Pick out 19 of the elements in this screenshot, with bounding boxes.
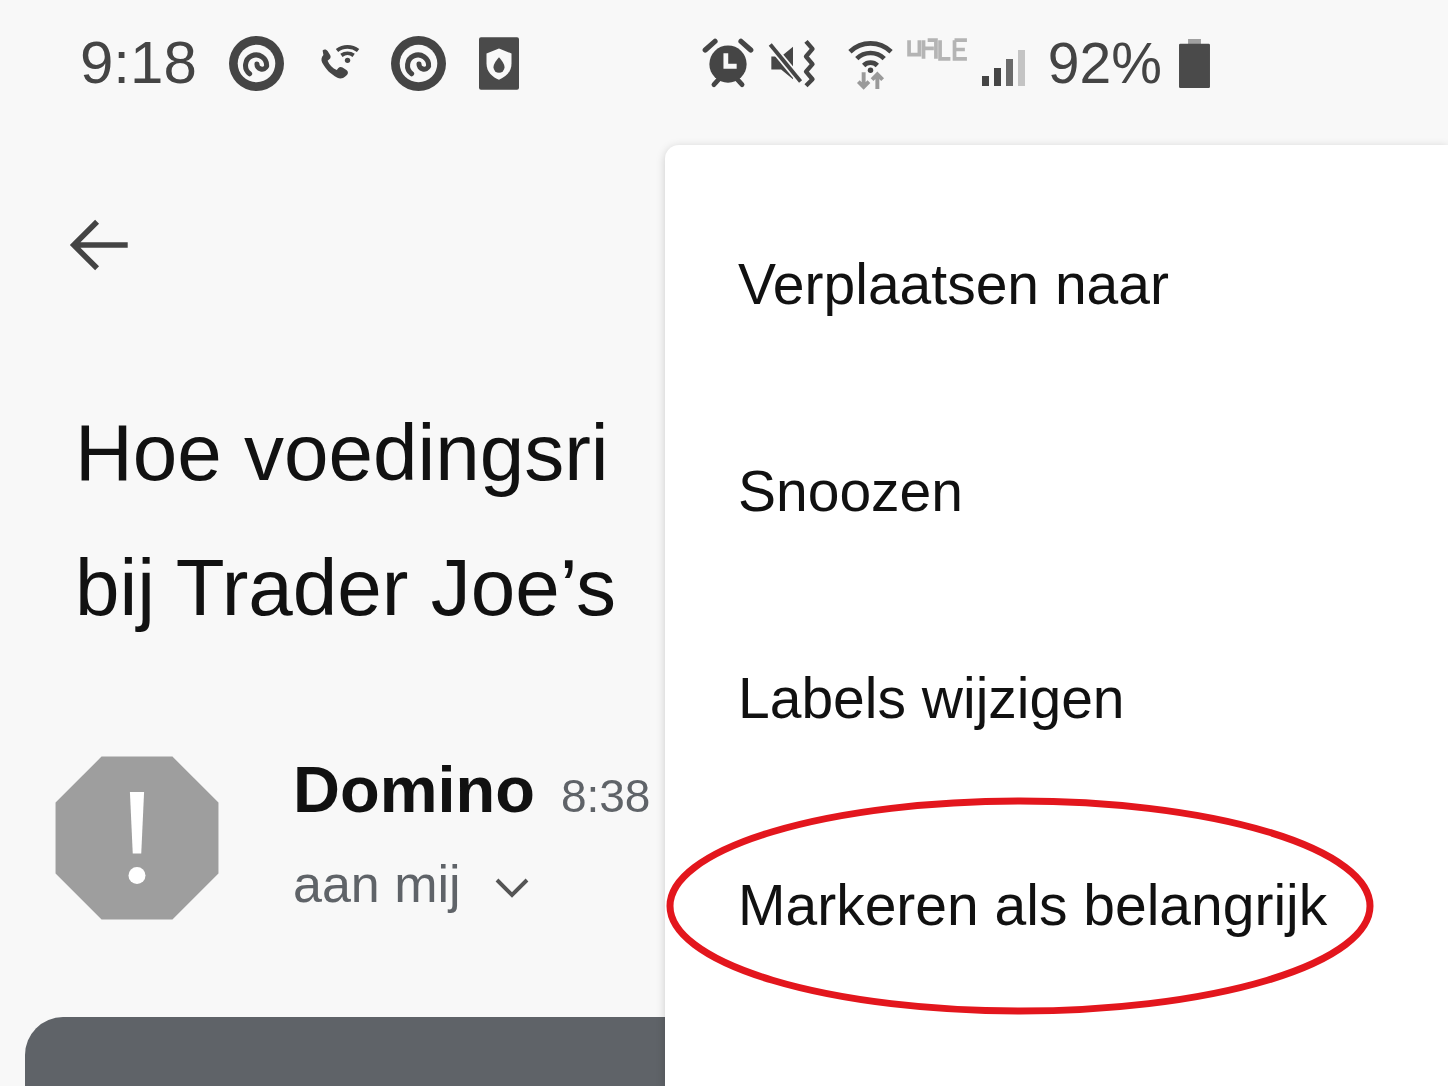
recipient-details-button[interactable]: aan mij: [293, 852, 530, 916]
circle-app-icon: [390, 35, 446, 91]
chevron-down-icon: [493, 876, 530, 898]
email-time: 8:38: [560, 769, 651, 824]
email-subject-line: Hoe voedingsri: [75, 407, 609, 499]
sender-name: Domino: [293, 752, 535, 828]
signal-icon: [981, 50, 1026, 86]
circle-app-icon: [228, 35, 284, 91]
email-subject-line: bij Trader Joe’s: [75, 542, 616, 634]
battery-icon: [1178, 38, 1210, 88]
alarm-icon: [701, 37, 754, 89]
status-time: 9:18: [80, 33, 197, 93]
menu-item[interactable]: Snoozen: [665, 388, 1448, 595]
menu-item[interactable]: Verplaatsen naar: [665, 181, 1448, 388]
menu-item[interactable]: Labels wijzigen: [665, 595, 1448, 802]
network-type-icon: [906, 38, 969, 61]
battery-percentage: 92%: [1047, 34, 1162, 92]
shield-app-icon: [478, 36, 519, 90]
menu-item[interactable]: Markeren als belangrijk: [665, 802, 1448, 1009]
